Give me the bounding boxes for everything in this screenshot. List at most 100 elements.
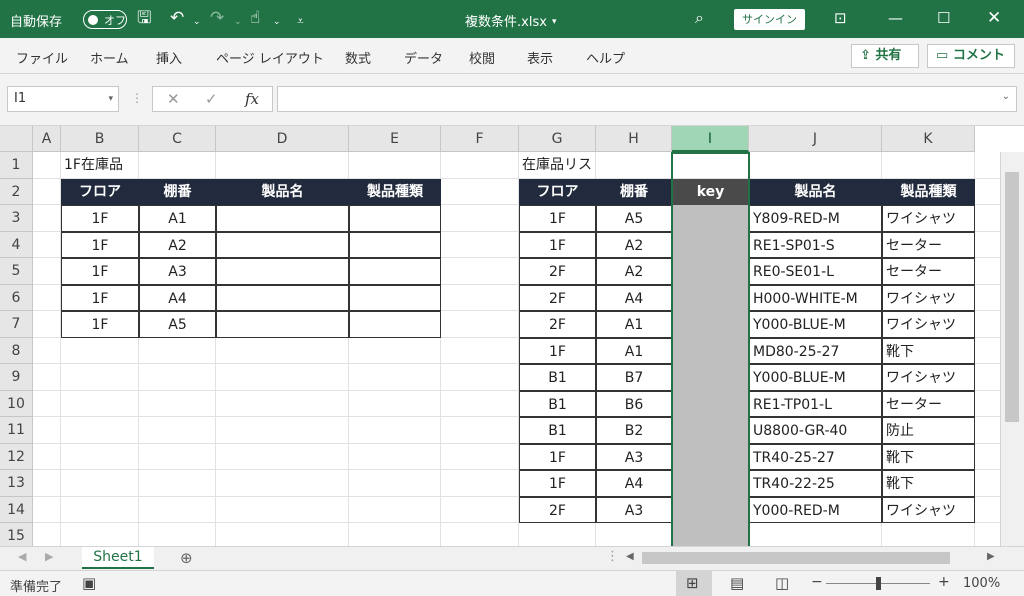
left-table-cell[interactable]: [216, 205, 349, 232]
left-table-cell[interactable]: A1: [139, 205, 216, 232]
redo-icon[interactable]: ↷: [210, 8, 224, 28]
comment-button[interactable]: ▭ コメント: [927, 44, 1015, 68]
row-header-4[interactable]: 4: [0, 231, 33, 258]
expand-formula-icon[interactable]: ⌄: [1002, 91, 1010, 102]
row-header-8[interactable]: 8: [0, 337, 33, 364]
tab-view[interactable]: 表示: [527, 48, 553, 67]
right-table-cell[interactable]: U8800-GR-40: [749, 417, 882, 444]
right-table-cell[interactable]: 1F: [519, 337, 596, 364]
right-table-cell[interactable]: 2F: [519, 311, 596, 338]
right-table-cell[interactable]: 1F: [519, 231, 596, 258]
tab-page-layout[interactable]: ページ レイアウト: [216, 48, 324, 67]
right-table-cell[interactable]: Y809-RED-M: [749, 205, 882, 232]
add-sheet-icon[interactable]: ⊕: [180, 549, 193, 567]
next-sheet-icon[interactable]: ▶: [45, 550, 53, 563]
document-title[interactable]: 複数条件.xlsx: [465, 11, 547, 30]
right-table-cell[interactable]: ワイシャツ: [882, 311, 975, 338]
row-header-6[interactable]: 6: [0, 284, 33, 311]
undo-icon[interactable]: ↶: [170, 8, 184, 28]
zoom-out-icon[interactable]: −: [811, 574, 823, 590]
save-icon[interactable]: 🖫: [137, 8, 151, 28]
left-table-header[interactable]: 棚番: [139, 178, 216, 205]
share-button[interactable]: ⇪ 共有: [851, 44, 919, 68]
right-table-cell[interactable]: MD80-25-27: [749, 337, 882, 364]
right-table-cell[interactable]: B1: [519, 364, 596, 391]
title-dropdown-icon[interactable]: ▾: [552, 12, 557, 32]
row-header-14[interactable]: 14: [0, 496, 33, 523]
close-icon[interactable]: ✕: [987, 8, 1001, 28]
zoom-slider-thumb[interactable]: [876, 577, 881, 590]
left-table-cell[interactable]: 1F: [61, 231, 139, 258]
row-header-15[interactable]: 15: [0, 523, 33, 546]
right-table-cell[interactable]: 1F: [519, 470, 596, 497]
column-header-j[interactable]: J: [749, 126, 882, 152]
right-table-header[interactable]: 製品名: [749, 178, 882, 205]
row-header-2[interactable]: 2: [0, 178, 33, 205]
left-table-cell[interactable]: 1F: [61, 205, 139, 232]
right-table-cell[interactable]: B1: [519, 390, 596, 417]
right-table-cell[interactable]: B6: [596, 390, 672, 417]
undo-dropdown-icon[interactable]: ⌄: [193, 12, 201, 32]
right-table-cell[interactable]: 2F: [519, 284, 596, 311]
autosave-toggle[interactable]: オフ: [83, 10, 127, 29]
tab-review[interactable]: 校閲: [469, 48, 495, 67]
column-header-h[interactable]: H: [596, 126, 672, 152]
right-table-cell[interactable]: 防止: [882, 417, 975, 444]
right-table-cell[interactable]: Y000-RED-M: [749, 496, 882, 523]
right-table-cell[interactable]: RE0-SE01-L: [749, 258, 882, 285]
tab-formulas[interactable]: 数式: [345, 48, 371, 67]
right-table-cell[interactable]: A3: [596, 443, 672, 470]
right-table-cell[interactable]: セーター: [882, 231, 975, 258]
right-table-cell[interactable]: A4: [596, 284, 672, 311]
right-table-cell[interactable]: Y000-BLUE-M: [749, 364, 882, 391]
column-header-f[interactable]: F: [441, 126, 519, 152]
touch-dropdown-icon[interactable]: ⌄: [273, 12, 281, 32]
right-table-cell[interactable]: 1F: [519, 443, 596, 470]
enter-icon[interactable]: ✓: [205, 90, 218, 108]
right-table-cell[interactable]: A2: [596, 231, 672, 258]
row-header-11[interactable]: 11: [0, 417, 33, 444]
minimize-icon[interactable]: —: [888, 8, 903, 28]
left-table-cell[interactable]: [216, 231, 349, 258]
right-table-cell[interactable]: A1: [596, 311, 672, 338]
right-table-cell[interactable]: 靴下: [882, 470, 975, 497]
left-table-cell[interactable]: [216, 284, 349, 311]
row-header-9[interactable]: 9: [0, 364, 33, 391]
tab-help[interactable]: ヘルプ: [586, 48, 625, 67]
tab-file[interactable]: ファイル: [16, 48, 68, 67]
left-table-cell[interactable]: [216, 258, 349, 285]
row-header-1[interactable]: 1: [0, 152, 33, 179]
right-table-cell[interactable]: セーター: [882, 258, 975, 285]
right-table-cell[interactable]: B7: [596, 364, 672, 391]
right-table-cell[interactable]: A4: [596, 470, 672, 497]
right-table-cell[interactable]: TR40-25-27: [749, 443, 882, 470]
horizontal-scroll-thumb[interactable]: [642, 552, 950, 564]
column-header-b[interactable]: B: [61, 126, 139, 152]
row-header-12[interactable]: 12: [0, 443, 33, 470]
ribbon-display-icon[interactable]: ⊡: [834, 8, 847, 28]
column-header-a[interactable]: A: [33, 126, 61, 152]
touch-mode-icon[interactable]: ☝: [250, 8, 260, 28]
column-header-c[interactable]: C: [139, 126, 216, 152]
customize-qat-icon[interactable]: ⩡: [297, 11, 304, 31]
scroll-right-icon[interactable]: ▶: [987, 551, 995, 562]
left-table-header[interactable]: フロア: [61, 178, 139, 205]
left-table-cell[interactable]: [349, 258, 441, 285]
right-table-cell[interactable]: Y000-BLUE-M: [749, 311, 882, 338]
page-break-view-icon[interactable]: ◫: [775, 574, 789, 592]
right-table-cell[interactable]: ワイシャツ: [882, 496, 975, 523]
column-header-d[interactable]: D: [216, 126, 349, 152]
right-table-cell[interactable]: 1F: [519, 205, 596, 232]
right-table-cell[interactable]: ワイシャツ: [882, 364, 975, 391]
cancel-icon[interactable]: ✕: [167, 90, 180, 108]
right-table-title[interactable]: 在庫品リスト: [519, 152, 596, 179]
left-table-cell[interactable]: A4: [139, 284, 216, 311]
normal-view-button[interactable]: ⊞: [676, 571, 712, 596]
formula-input[interactable]: ⌄: [277, 86, 1017, 112]
name-box[interactable]: I1 ▾: [7, 86, 119, 112]
column-header-e[interactable]: E: [349, 126, 441, 152]
row-header-7[interactable]: 7: [0, 311, 33, 338]
left-table-cell[interactable]: [349, 205, 441, 232]
sheet-tab[interactable]: Sheet1: [82, 547, 154, 569]
search-icon[interactable]: ⌕: [695, 8, 704, 28]
